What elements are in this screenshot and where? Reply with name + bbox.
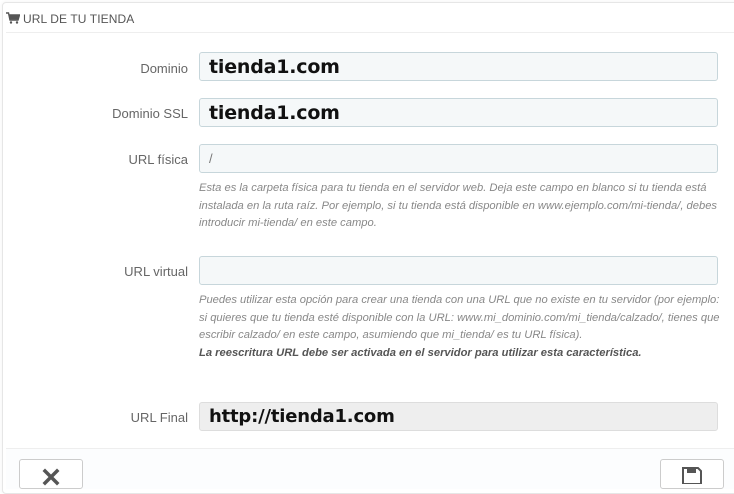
physical-url-input[interactable]: / [199,144,718,173]
physical-url-label: URL física [128,152,188,167]
virtual-url-help-text: Puedes utilizar esta opción para crear u… [199,294,720,342]
save-icon [682,467,702,484]
domain-label: Dominio [140,61,188,76]
domain-ssl-value: tienda1.com [209,102,340,124]
domain-value: tienda1.com [209,56,340,78]
virtual-url-help-warning: La reescritura URL debe ser activada en … [199,346,642,359]
panel-footer [6,448,734,489]
virtual-url-input[interactable] [199,256,718,285]
physical-url-value: / [209,151,213,166]
final-url-readonly: http://tienda1.com [199,402,718,431]
panel-heading: URL DE TU TIENDA [6,6,734,33]
virtual-url-label: URL virtual [124,264,188,279]
physical-url-help: Esta es la carpeta física para tu tienda… [199,182,718,230]
domain-input[interactable]: tienda1.com [199,52,718,81]
final-url-label: URL Final [130,410,188,425]
save-button[interactable] [660,459,724,489]
panel-title: URL DE TU TIENDA [23,12,135,26]
domain-ssl-input[interactable]: tienda1.com [199,98,718,127]
domain-ssl-label: Dominio SSL [112,106,188,121]
close-icon [42,468,60,486]
final-url-value: http://tienda1.com [209,406,395,427]
shopping-cart-icon [6,12,20,24]
virtual-url-help: Puedes utilizar esta opción para crear u… [199,292,724,362]
cancel-button[interactable] [19,459,83,489]
